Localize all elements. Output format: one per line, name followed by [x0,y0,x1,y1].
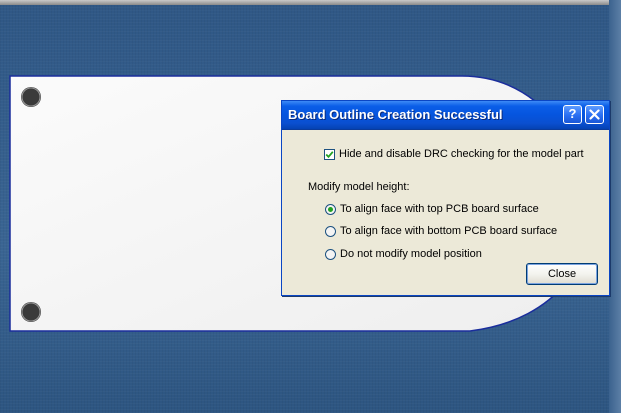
radio-bottom-label: To align face with bottom PCB board surf… [340,225,558,237]
radio-option-none[interactable]: Do not modify model position [325,248,482,260]
dialog-titlebar[interactable]: Board Outline Creation Successful ? [282,101,609,130]
hide-drc-checkbox[interactable] [324,148,335,160]
help-icon[interactable]: ? [563,105,582,124]
dialog-body: Hide and disable DRC checking for the mo… [282,130,609,295]
radio-top-label: To align face with top PCB board surface [340,203,539,215]
radio-option-bottom[interactable]: To align face with bottom PCB board surf… [325,225,557,237]
hide-drc-label: Hide and disable DRC checking for the mo… [339,148,584,160]
hide-drc-checkbox-row[interactable]: Hide and disable DRC checking for the mo… [324,148,584,160]
radio-bottom-surface[interactable] [325,225,336,237]
board-outline-dialog: Board Outline Creation Successful ? Hide… [281,100,610,296]
mounting-hole-icon [21,302,41,322]
radio-no-modify[interactable] [325,248,336,260]
close-icon[interactable] [585,105,604,124]
radio-option-top[interactable]: To align face with top PCB board surface [325,203,539,215]
close-button[interactable]: Close [526,263,598,285]
radio-top-surface[interactable] [325,203,336,215]
modify-height-label: Modify model height: [308,181,410,193]
dialog-title: Board Outline Creation Successful [288,107,503,122]
mounting-hole-icon [21,87,41,107]
checkmark-icon [325,150,334,158]
radio-none-label: Do not modify model position [340,248,482,260]
